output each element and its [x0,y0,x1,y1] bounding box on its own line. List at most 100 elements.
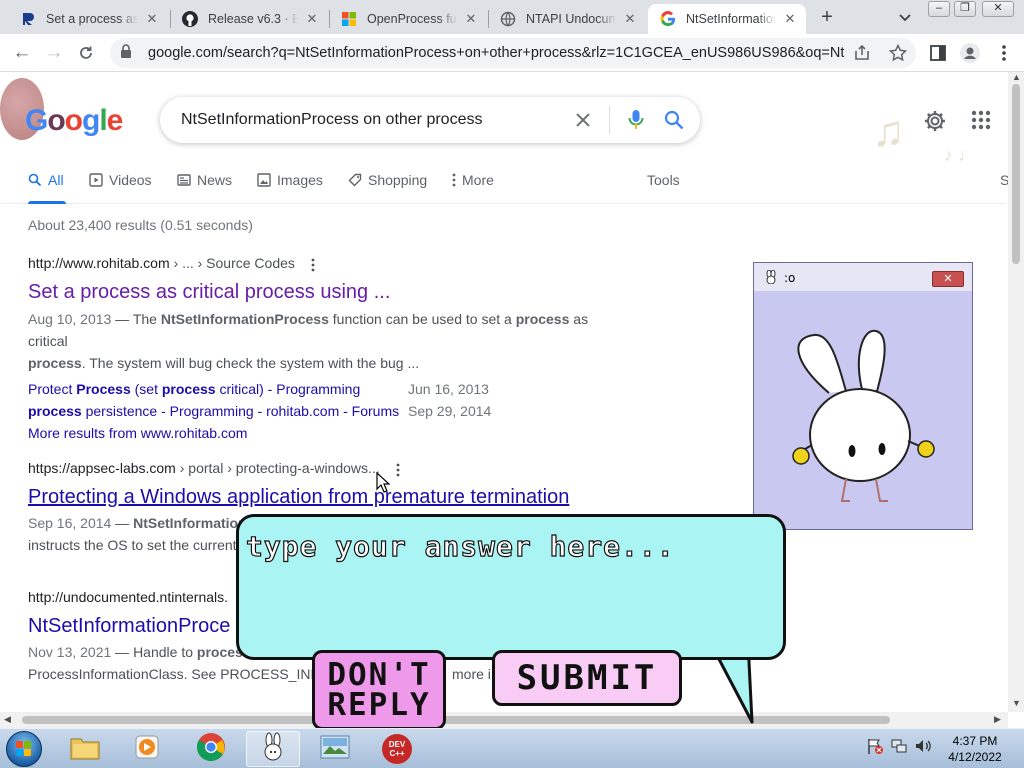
result-cite[interactable]: https://appsec-labs.com › portal › prote… [28,458,628,478]
forward-button[interactable]: → [42,42,66,64]
tab-more[interactable]: More [452,172,494,188]
sitelink-row: Protect Process (set process critical) -… [28,378,628,400]
result-title-link[interactable]: Protecting a Windows application from pr… [28,484,628,510]
network-icon[interactable] [890,737,908,755]
share-icon[interactable] [852,43,872,63]
devcpp-icon: DEV C++ [382,734,412,764]
taskbar-media-player[interactable] [120,731,174,767]
taskbar-image-viewer[interactable] [308,731,362,767]
result-site: https://appsec-labs.com [28,460,176,476]
tools-label: Tools [647,172,680,188]
rohitab-icon [20,11,36,27]
vertical-scrollbar[interactable]: ▲ ▼ [1008,72,1024,712]
search-icon [28,173,42,187]
tab-news-label: News [197,172,233,188]
scroll-right-icon[interactable]: ▶ [994,714,1001,725]
result-stats: About 23,400 results (0.51 seconds) [28,217,253,233]
browser-tab-microsoft[interactable]: OpenProcess function ✕ [329,4,487,34]
search-input[interactable] [181,111,571,129]
result-cite[interactable]: http://www.rohitab.com › ... › Source Co… [28,253,628,273]
search-result: http://www.rohitab.com › ... › Source Co… [28,253,628,444]
system-clock[interactable]: 4:37 PM 4/12/2022 [940,733,1010,765]
action-center-flag-icon[interactable] [866,737,884,755]
minimize-button[interactable]: – [928,1,950,17]
back-button[interactable]: ← [10,42,34,64]
apps-grid-icon[interactable] [970,109,994,133]
bookmark-star-icon[interactable] [888,43,908,63]
reload-button[interactable] [74,42,98,64]
result-more-icon[interactable] [396,462,400,477]
tab-title: Set a process as critical process [46,12,138,26]
new-tab-button[interactable]: + [816,6,838,28]
volume-icon[interactable] [914,737,932,755]
scroll-thumb[interactable] [1012,84,1020,264]
submit-button[interactable]: SUBMIT [492,650,682,706]
bunny-app-icon [260,732,286,767]
search-box [160,97,700,143]
media-player-icon [133,733,161,766]
result-snippet-line2: ProcessInformationClass. See PROCESS_INF [28,666,319,682]
close-tab-icon[interactable]: ✕ [782,11,798,27]
close-tab-icon[interactable]: ✕ [463,11,479,27]
popup-titlebar[interactable]: :o ✕ [754,263,972,291]
bunny-app-icon [764,269,778,289]
window-close-button[interactable]: ✕ [982,1,1014,17]
tab-search-chevron-icon[interactable] [896,8,914,26]
browser-tab-github[interactable]: Release v6.3 · EmbraceTheRed ✕ [170,4,328,34]
scroll-up-icon[interactable]: ▲ [1012,72,1021,82]
microphone-icon[interactable] [624,108,648,132]
clear-search-icon[interactable] [571,108,595,132]
tab-all[interactable]: All [28,172,64,188]
result-sitelinks: Protect Process (set process critical) -… [28,378,628,422]
result-title-link[interactable]: Set a process as critical process using … [28,279,628,305]
address-bar[interactable]: google.com/search?q=NtSetInformationProc… [110,38,916,68]
dont-reply-button[interactable]: DON'T REPLY [312,650,446,730]
sitelink[interactable]: process persistence - Programming - rohi… [28,400,408,422]
taskbar-file-explorer[interactable] [58,731,112,767]
close-tab-icon[interactable]: ✕ [622,11,638,27]
maximize-button[interactable]: ❐ [954,1,976,17]
taskbar-bunny-app[interactable] [246,731,300,767]
search-divider [609,106,610,134]
bunny-character [792,329,935,502]
horizontal-scrollbar[interactable]: ◀ ▶ [0,712,1008,728]
start-button[interactable] [6,731,42,767]
close-tab-icon[interactable]: ✕ [144,11,160,27]
browser-tab-google-active[interactable]: NtSetInformationProcess ✕ [648,4,806,34]
google-logo[interactable]: Google [25,104,123,138]
search-icon[interactable] [662,108,686,132]
answer-input[interactable] [246,524,766,568]
more-results-link[interactable]: More results from www.rohitab.com [28,422,628,444]
tab-news[interactable]: News [177,172,232,188]
tab-images[interactable]: Images [257,172,323,188]
sitelink[interactable]: Protect Process (set process critical) -… [28,378,408,400]
chrome-menu-icon[interactable] [994,43,1014,63]
sitelink-row: process persistence - Programming - rohi… [28,400,628,422]
result-snippet: Aug 10, 2013 — The NtSetInformationProce… [28,311,589,371]
result-path: › portal › protecting-a-windows... [175,460,380,476]
chrome-icon [196,732,226,767]
tab-title: OpenProcess function [367,12,457,26]
result-more-icon[interactable] [311,257,315,272]
music-note-decoration: ♫ [872,107,905,156]
result-date: Nov 13, 2021 [28,644,112,660]
tools-button[interactable]: Tools [647,172,680,188]
taskbar-devcpp[interactable]: DEV C++ [370,731,424,767]
scroll-left-icon[interactable]: ◀ [4,714,11,725]
result-date: Aug 10, 2013 [28,311,112,327]
side-panel-icon[interactable] [928,43,948,63]
tab-shopping[interactable]: Shopping [348,172,427,188]
popup-close-button[interactable]: ✕ [932,271,964,287]
scroll-down-icon[interactable]: ▼ [1012,698,1021,708]
browser-tab-ntapi[interactable]: NTAPI Undocumented Functions ✕ [488,4,646,34]
tab-videos[interactable]: Videos [89,172,152,188]
settings-gear-icon[interactable] [923,109,947,133]
close-tab-icon[interactable]: ✕ [304,11,320,27]
profile-avatar-icon[interactable] [960,43,980,63]
browser-tab-rohitab[interactable]: Set a process as critical process ✕ [8,4,168,34]
result-site: http://undocumented.ntinternals. [28,589,229,605]
tab-more-label: More [462,172,494,188]
google-icon [660,11,676,27]
result-snippet: Sep 16, 2014 — NtSetInformation [28,515,247,531]
taskbar-chrome[interactable] [184,731,238,767]
